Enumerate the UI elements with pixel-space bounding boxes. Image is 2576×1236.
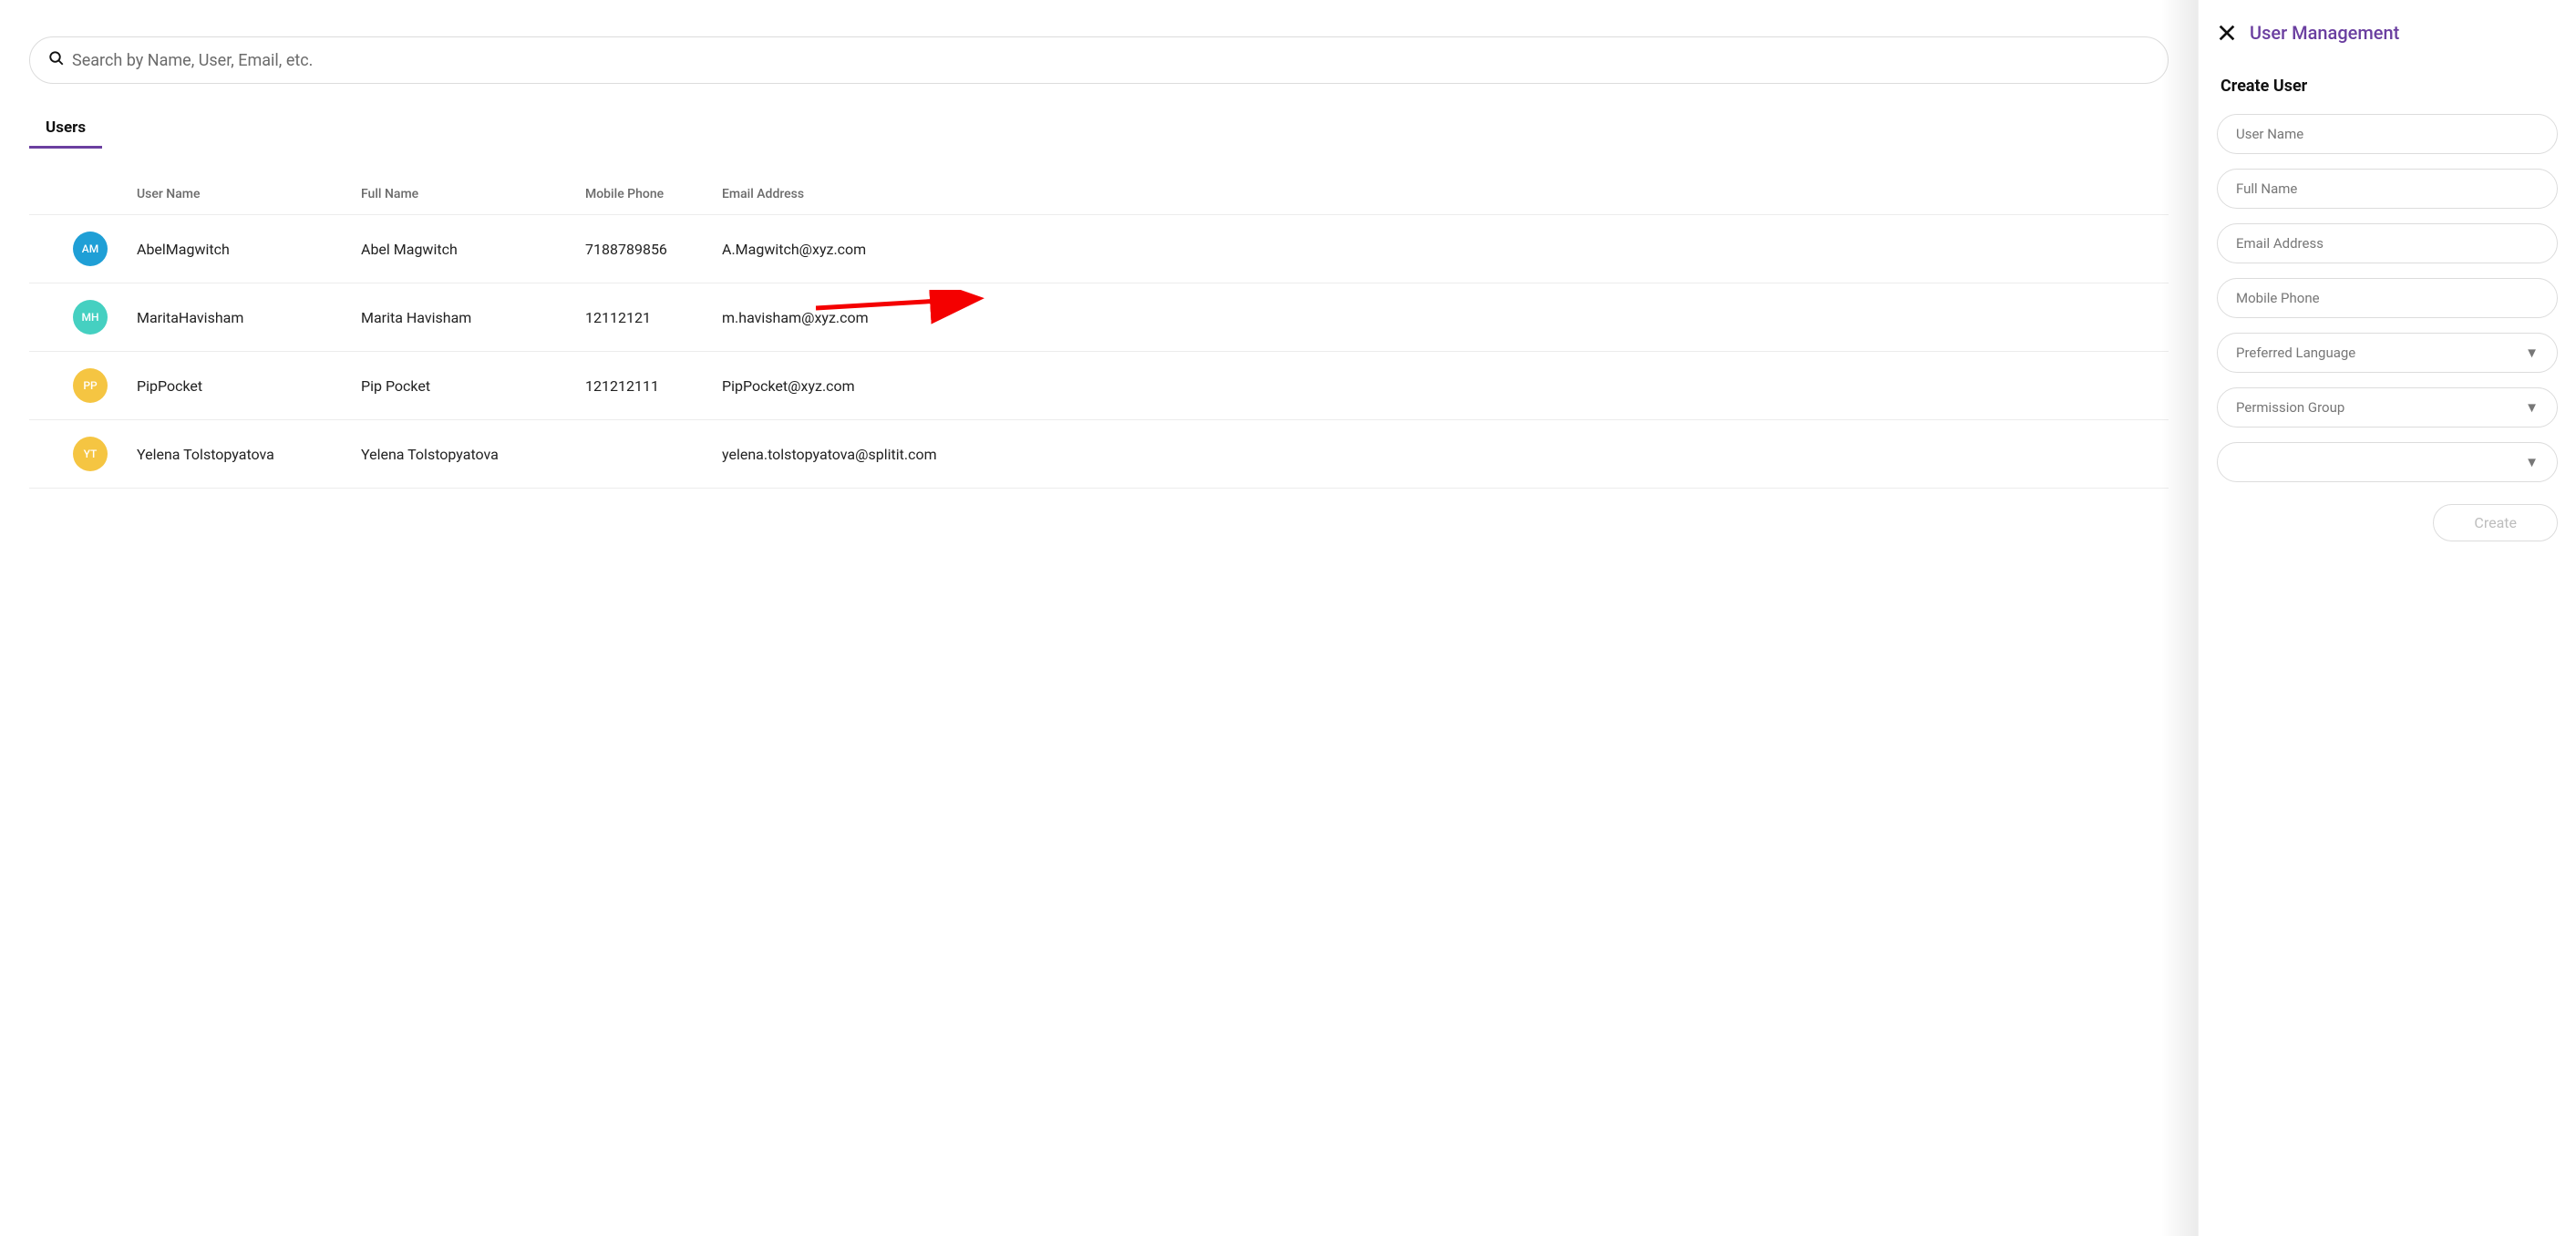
- cell-email: PipPocket@xyz.com: [722, 377, 2169, 395]
- header-mobile: Mobile Phone: [585, 187, 722, 201]
- preferred-language-placeholder: Preferred Language: [2236, 345, 2355, 361]
- email-field[interactable]: Email Address: [2217, 223, 2558, 263]
- avatar: PP: [73, 368, 108, 403]
- full-name-field[interactable]: Full Name: [2217, 169, 2558, 209]
- form-title: Create User: [2221, 77, 2558, 96]
- tabs: Users: [29, 109, 2169, 149]
- table-row[interactable]: PP PipPocket Pip Pocket 121212111 PipPoc…: [29, 351, 2169, 419]
- cell-email: yelena.tolstopyatova@splitit.com: [722, 446, 2169, 463]
- chevron-down-icon: ▼: [2525, 345, 2539, 361]
- users-table: User Name Full Name Mobile Phone Email A…: [29, 174, 2169, 489]
- cell-user-name: Yelena Tolstopyatova: [137, 446, 361, 463]
- cell-email: m.havisham@xyz.com: [722, 309, 2169, 326]
- search-field[interactable]: [29, 36, 2169, 84]
- mobile-placeholder: Mobile Phone: [2236, 290, 2320, 306]
- header-email: Email Address: [722, 187, 2169, 201]
- email-placeholder: Email Address: [2236, 235, 2324, 252]
- search-icon: [48, 50, 65, 70]
- cell-user-name: MaritaHavisham: [137, 309, 361, 326]
- user-name-field[interactable]: User Name: [2217, 114, 2558, 154]
- panel-header: User Management: [2217, 22, 2558, 44]
- cell-full-name: Abel Magwitch: [361, 241, 585, 258]
- table-row[interactable]: MH MaritaHavisham Marita Havisham 121121…: [29, 283, 2169, 351]
- cell-mobile: 12112121: [585, 309, 722, 326]
- cell-full-name: Pip Pocket: [361, 377, 585, 395]
- preferred-language-select[interactable]: Preferred Language ▼: [2217, 333, 2558, 373]
- full-name-placeholder: Full Name: [2236, 180, 2297, 197]
- side-panel: User Management Create User User Name Fu…: [2198, 0, 2576, 1236]
- cell-mobile: 121212111: [585, 377, 722, 395]
- extra-select[interactable]: ▼: [2217, 442, 2558, 482]
- close-icon[interactable]: [2217, 23, 2237, 43]
- chevron-down-icon: ▼: [2525, 454, 2539, 470]
- table-row[interactable]: AM AbelMagwitch Abel Magwitch 7188789856…: [29, 214, 2169, 283]
- table-header-row: User Name Full Name Mobile Phone Email A…: [29, 174, 2169, 214]
- avatar: AM: [73, 232, 108, 266]
- header-full-name: Full Name: [361, 187, 585, 201]
- cell-user-name: AbelMagwitch: [137, 241, 361, 258]
- mobile-field[interactable]: Mobile Phone: [2217, 278, 2558, 318]
- cell-full-name: Yelena Tolstopyatova: [361, 446, 585, 463]
- cell-user-name: PipPocket: [137, 377, 361, 395]
- permission-group-select[interactable]: Permission Group ▼: [2217, 387, 2558, 427]
- panel-title: User Management: [2250, 22, 2399, 44]
- avatar: MH: [73, 300, 108, 335]
- create-button[interactable]: Create: [2433, 504, 2558, 541]
- table-row[interactable]: YT Yelena Tolstopyatova Yelena Tolstopya…: [29, 419, 2169, 489]
- user-name-placeholder: User Name: [2236, 126, 2303, 142]
- header-user-name: User Name: [137, 187, 361, 201]
- permission-group-placeholder: Permission Group: [2236, 399, 2344, 416]
- cell-email: A.Magwitch@xyz.com: [722, 241, 2169, 258]
- cell-full-name: Marita Havisham: [361, 309, 585, 326]
- main-content: Users User Name Full Name Mobile Phone E…: [0, 0, 2198, 1236]
- search-input[interactable]: [72, 51, 2149, 70]
- tab-users[interactable]: Users: [29, 109, 102, 149]
- avatar: YT: [73, 437, 108, 471]
- cell-mobile: 7188789856: [585, 241, 722, 258]
- chevron-down-icon: ▼: [2525, 399, 2539, 416]
